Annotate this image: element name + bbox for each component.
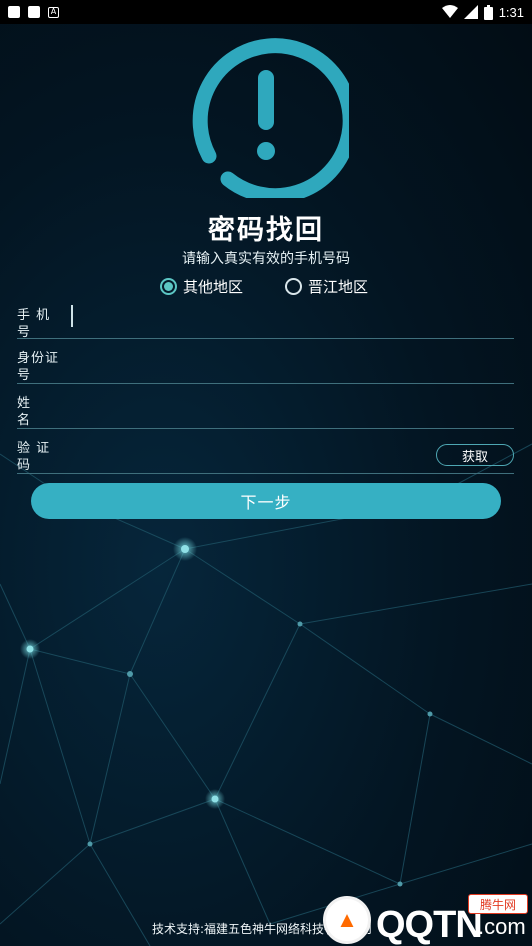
radio-jinjiang-region[interactable]: 晋江地区 — [285, 276, 368, 297]
status-bar: A 1:31 — [0, 0, 532, 24]
id-number-field: 身份证 号 — [17, 344, 514, 384]
signal-icon — [463, 5, 478, 19]
radio-label: 其他地区 — [183, 278, 244, 296]
id-number-input[interactable] — [71, 348, 431, 378]
radio-unchecked-icon — [285, 278, 303, 295]
status-time: 1:31 — [498, 4, 524, 20]
status-right-icons: 1:31 — [441, 4, 524, 20]
code-label: 验 证 码 — [17, 441, 51, 473]
phone-field: 手 机 号 — [17, 299, 514, 340]
region-radio-group: 其他地区 晋江地区 — [160, 276, 368, 297]
name-field: 姓 名 — [17, 389, 514, 429]
next-step-button[interactable]: 下一步 — [31, 483, 501, 519]
status-left-icons: A — [8, 6, 59, 18]
watermark-brand: QQTN — [376, 904, 483, 946]
radio-other-region[interactable]: 其他地区 — [160, 276, 243, 297]
phone-label: 手 机 号 — [17, 308, 51, 340]
name-label: 姓 名 — [17, 396, 32, 428]
screenshot-icon — [28, 6, 40, 18]
watermark-badge: 腾牛网 — [468, 894, 528, 914]
watermark-suffix: .com — [478, 914, 526, 939]
get-code-button[interactable]: 获取 — [436, 444, 514, 466]
page-title: 密码找回 — [208, 215, 324, 246]
radio-label: 晋江地区 — [308, 278, 369, 296]
battery-icon — [483, 4, 493, 20]
phone-input[interactable] — [71, 303, 431, 333]
radio-checked-icon — [160, 278, 177, 295]
notification-square-icon — [8, 6, 20, 18]
watermark: ▲ QQTN .com 腾牛网 — [320, 892, 532, 946]
wifi-icon — [441, 5, 458, 18]
page-subtitle: 请输入真实有效的手机号码 — [182, 251, 350, 267]
alert-exclamation-icon — [192, 38, 349, 198]
text-caret — [71, 305, 73, 327]
name-input[interactable] — [71, 393, 431, 423]
id-number-label: 身份证 号 — [17, 351, 60, 383]
text-a-icon: A — [48, 6, 59, 18]
code-field: 验 证 码 获取 — [17, 434, 514, 474]
qqtn-logo-icon: ▲ — [323, 896, 371, 944]
code-input[interactable] — [71, 438, 401, 468]
